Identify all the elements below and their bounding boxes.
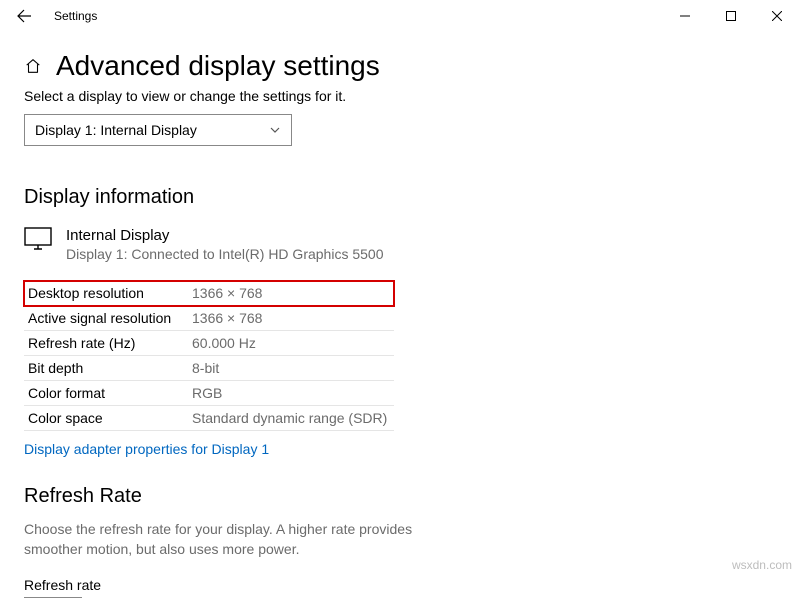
refresh-rate-selector[interactable] <box>24 597 82 601</box>
value-desktop-resolution: 1366 × 768 <box>192 285 262 301</box>
page-title: Advanced display settings <box>56 50 380 82</box>
row-active-signal-resolution: Active signal resolution 1366 × 768 <box>24 306 394 331</box>
window-controls <box>662 0 800 32</box>
label-desktop-resolution: Desktop resolution <box>28 285 192 301</box>
section-display-information: Display information <box>24 186 776 209</box>
home-icon[interactable] <box>24 57 42 75</box>
row-bit-depth: Bit depth 8-bit <box>24 356 394 381</box>
value-color-format: RGB <box>192 385 222 401</box>
row-desktop-resolution: Desktop resolution 1366 × 768 <box>24 281 394 306</box>
maximize-button[interactable] <box>708 0 754 32</box>
minimize-icon <box>680 11 690 21</box>
row-color-format: Color format RGB <box>24 381 394 406</box>
page-heading-row: Advanced display settings <box>24 50 776 82</box>
titlebar: Settings <box>0 0 800 32</box>
monitor-icon <box>24 227 52 251</box>
back-button[interactable] <box>8 0 40 32</box>
window-title: Settings <box>54 9 97 23</box>
arrow-left-icon <box>16 8 32 24</box>
label-color-format: Color format <box>28 385 192 401</box>
refresh-rate-description: Choose the refresh rate for your display… <box>24 520 424 559</box>
minimize-button[interactable] <box>662 0 708 32</box>
display-adapter-link[interactable]: Display adapter properties for Display 1 <box>24 441 269 457</box>
label-color-space: Color space <box>28 410 192 426</box>
value-refresh-rate: 60.000 Hz <box>192 335 256 351</box>
chevron-down-icon <box>269 124 281 136</box>
refresh-rate-control-label: Refresh rate <box>24 577 776 593</box>
value-bit-depth: 8-bit <box>192 360 219 376</box>
display-summary: Internal Display Display 1: Connected to… <box>24 227 776 262</box>
close-icon <box>772 11 782 21</box>
close-button[interactable] <box>754 0 800 32</box>
display-info-table: Desktop resolution 1366 × 768 Active sig… <box>24 280 394 431</box>
section-refresh-rate: Refresh Rate <box>24 485 776 508</box>
display-selector-value: Display 1: Internal Display <box>35 122 197 138</box>
display-selector[interactable]: Display 1: Internal Display <box>24 114 292 146</box>
page-description: Select a display to view or change the s… <box>24 88 776 104</box>
label-active-signal-resolution: Active signal resolution <box>28 310 192 326</box>
row-color-space: Color space Standard dynamic range (SDR) <box>24 406 394 431</box>
content-area: Advanced display settings Select a displ… <box>0 32 800 601</box>
row-refresh-rate: Refresh rate (Hz) 60.000 Hz <box>24 331 394 356</box>
display-name: Internal Display <box>66 227 383 244</box>
maximize-icon <box>726 11 736 21</box>
watermark: wsxdn.com <box>732 558 792 572</box>
value-active-signal-resolution: 1366 × 768 <box>192 310 262 326</box>
value-color-space: Standard dynamic range (SDR) <box>192 410 387 426</box>
label-refresh-rate: Refresh rate (Hz) <box>28 335 192 351</box>
label-bit-depth: Bit depth <box>28 360 192 376</box>
display-connection: Display 1: Connected to Intel(R) HD Grap… <box>66 246 383 262</box>
